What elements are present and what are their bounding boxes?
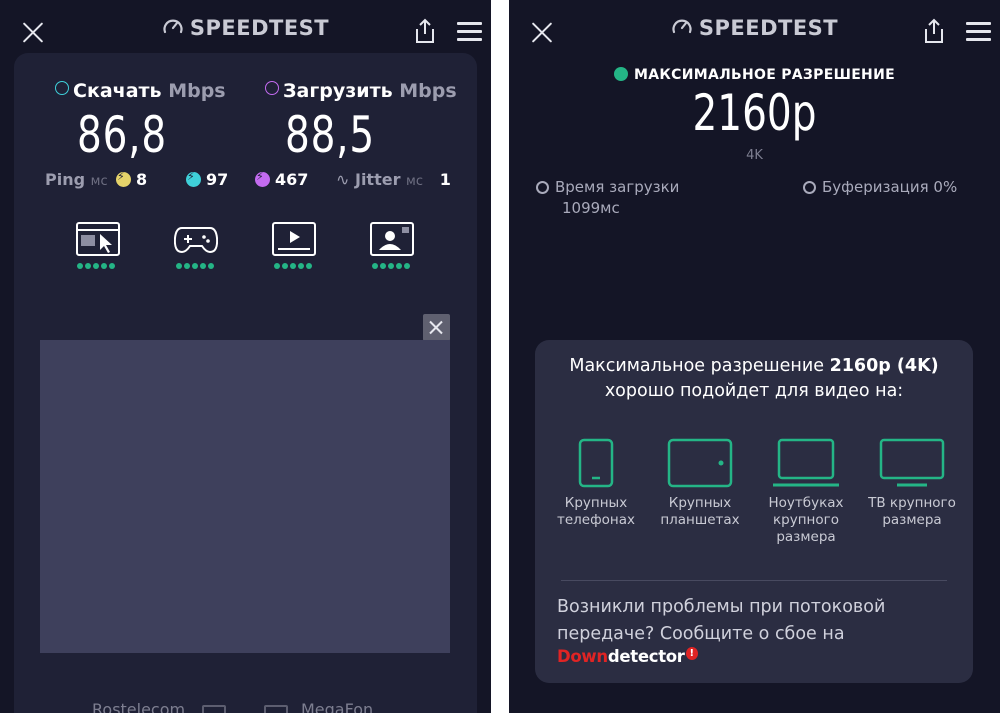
device-label-laptop: Ноутбуках крупного размера [768, 495, 844, 545]
jitter: ∿ Jitter мс 1 [336, 170, 451, 189]
web-browsing-icon [76, 222, 120, 256]
max-resolution-title: МАКСИМАЛЬНОЕ РАЗРЕШЕНИЕ [509, 67, 1000, 83]
divider [561, 580, 947, 581]
ping-idle-icon [116, 170, 131, 187]
gamepad-icon [174, 227, 218, 254]
ping-upload-icon [255, 170, 270, 187]
video-chat-icon [370, 222, 414, 256]
video-streaming-rating [274, 263, 314, 269]
brand-name: SPEEDTEST [698, 16, 839, 40]
provider-megafon-icon [264, 705, 288, 713]
large-tablet-icon [645, 438, 755, 492]
top-bar: SPEEDTEST [509, 0, 1000, 62]
streaming-problem-text: Возникли проблемы при потоковой передаче… [557, 597, 886, 644]
brand-name: SPEEDTEST [189, 16, 330, 40]
menu-icon[interactable] [457, 22, 482, 41]
ad-close-button[interactable] [423, 314, 450, 341]
clock-icon [536, 181, 549, 194]
resolution-icon [614, 67, 629, 81]
max-resolution-value: 2160p [692, 84, 817, 142]
video-resolution-screen: SPEEDTEST МАКСИМАЛЬНОЕ РАЗРЕШЕНИЕ 2160p … [509, 0, 1000, 713]
downdetector-link[interactable]: Downdetector! [557, 647, 698, 666]
buffering-icon [803, 181, 816, 194]
download-value: 86,8 [77, 106, 167, 164]
upload-value: 88,5 [285, 106, 375, 164]
buffering-label: Буферизация 0% [803, 178, 957, 196]
large-phone-icon [541, 438, 651, 492]
gauge-icon [672, 19, 692, 34]
info-heading: Максимальное разрешение 2160p (4K) хорошо… [569, 356, 939, 401]
gauge-icon [163, 19, 183, 34]
share-icon[interactable] [922, 18, 946, 44]
download-arrow-icon [55, 81, 69, 95]
device-label-phone: Крупных телефонах [557, 495, 635, 528]
ping-download: 97 [186, 170, 228, 189]
ping-download-icon [186, 170, 201, 187]
ping-upload: 467 [255, 170, 308, 189]
share-icon[interactable] [413, 18, 437, 44]
device-label-tv: ТВ крупного размера [868, 495, 956, 528]
speedtest-results-screen: SPEEDTEST Скачать Mbps 86,8 Загрузить Mb… [0, 0, 491, 713]
menu-icon[interactable] [966, 22, 991, 41]
provider-megafon[interactable]: MegaFon [301, 700, 373, 713]
downdetector-alert-icon: ! [685, 647, 698, 660]
ad-placeholder [40, 340, 450, 653]
gaming-rating [176, 263, 216, 269]
resolution-info-card: Максимальное разрешение 2160p (4K) хорошо… [535, 340, 973, 683]
video-player-icon [272, 222, 316, 256]
provider-rostelecom[interactable]: Rostelecom [92, 700, 185, 713]
video-chat-rating [372, 263, 412, 269]
upload-arrow-icon [265, 81, 279, 95]
load-time-value: 1099мс [562, 199, 620, 217]
load-time-label: Время загрузки [536, 178, 679, 196]
tv-icon [857, 438, 967, 492]
provider-rostelecom-icon [202, 705, 226, 713]
device-label-tablet: Крупных планшетах [660, 495, 740, 528]
upload-label: Загрузить Mbps [265, 80, 457, 102]
web-browsing-rating [77, 263, 117, 269]
laptop-icon [751, 438, 861, 492]
ping-idle: 8 [116, 170, 147, 189]
max-resolution-sub: 4K [746, 148, 763, 163]
download-label: Скачать Mbps [55, 80, 226, 102]
ping-label: Ping мс [45, 170, 108, 189]
